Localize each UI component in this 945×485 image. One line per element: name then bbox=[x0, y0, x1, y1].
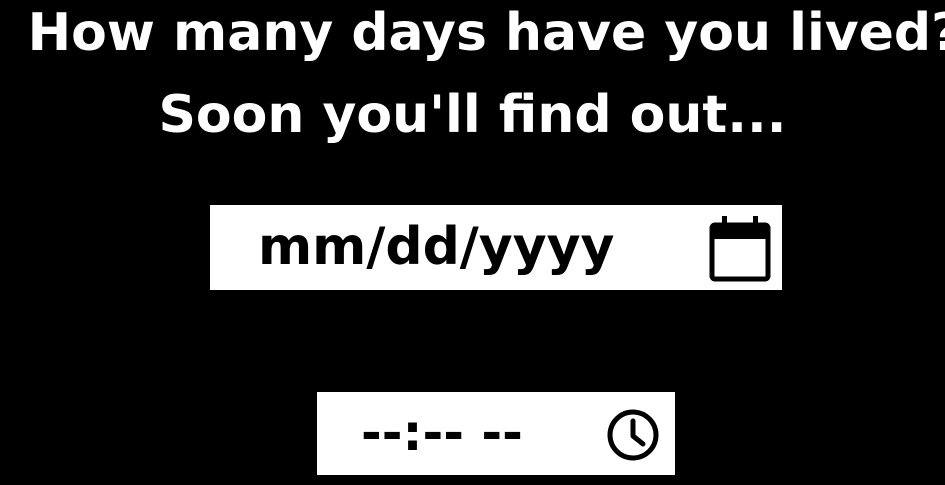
time-input-placeholder: --:-- -- bbox=[361, 404, 523, 462]
page-subtitle: Soon you'll find out... bbox=[158, 85, 787, 145]
clock-icon[interactable] bbox=[605, 407, 661, 463]
page-title-line-1: How many days have you lived? bbox=[27, 3, 945, 63]
time-input[interactable]: --:-- -- bbox=[317, 392, 675, 475]
calendar-icon[interactable] bbox=[708, 213, 772, 283]
date-input-placeholder: mm/dd/yyyy bbox=[258, 217, 615, 277]
date-input[interactable]: mm/dd/yyyy bbox=[210, 205, 782, 290]
